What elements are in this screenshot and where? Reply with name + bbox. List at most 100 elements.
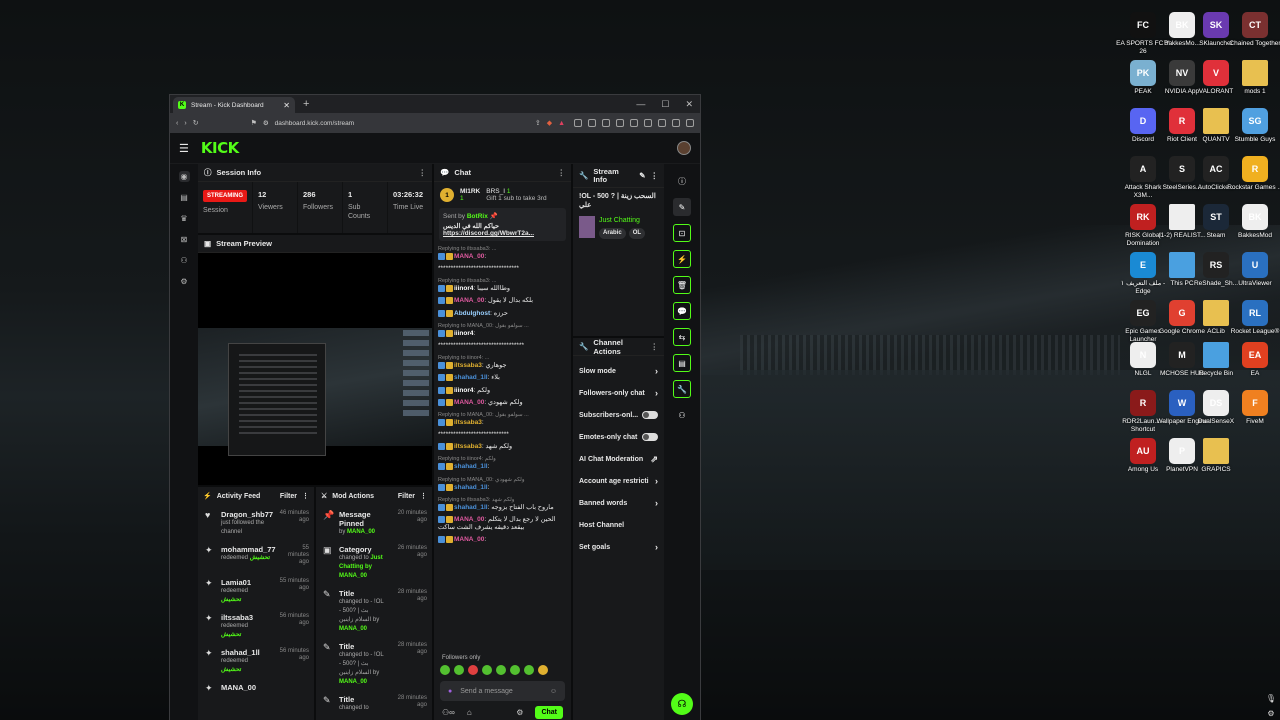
chat-username[interactable]: iltssaba3 — [454, 443, 482, 450]
edit-stream-icon[interactable]: ✎ — [673, 198, 691, 216]
close-tab-icon[interactable]: ✕ — [283, 101, 290, 110]
mic-icon[interactable]: ● — [448, 688, 452, 695]
emote-icon[interactable] — [524, 665, 534, 675]
mod-action-item[interactable]: ✎ Title changed to 28 minutes ago — [316, 690, 432, 720]
reload-icon[interactable]: ↻ — [193, 119, 199, 127]
minimize-icon[interactable]: — — [636, 99, 645, 110]
category-name[interactable]: Just Chatting — [599, 216, 645, 225]
info-icon[interactable]: ⓘ — [673, 172, 691, 190]
channel-action-item[interactable]: Followers-only chat › — [573, 382, 664, 404]
tab-kick-dashboard[interactable]: K Stream - Kick Dashboard ✕ — [173, 97, 295, 113]
toggle-switch[interactable] — [642, 411, 658, 419]
settings-icon[interactable]: ⚙ — [179, 276, 190, 287]
chat-username[interactable]: shahad_1ll — [454, 504, 488, 511]
channel-action-item[interactable]: Banned words › — [573, 492, 664, 514]
settings-tray-icon[interactable]: ⚙ — [1267, 709, 1274, 718]
tag[interactable]: Arabic — [599, 228, 626, 239]
activity-item[interactable]: ✦ shahad_1ll redeemed تحشيش 56 minutes ago — [198, 643, 314, 678]
more-icon[interactable]: ⋮ — [420, 492, 427, 500]
chat-username[interactable]: shahad_1ll — [454, 464, 488, 471]
trophy-icon[interactable]: ♛ — [179, 213, 190, 224]
channel-action-item[interactable]: Emotes-only chat — [573, 426, 664, 448]
activity-item[interactable]: ✦ MANA_00 — [198, 678, 314, 711]
chat-message[interactable]: MANA_00: الحين لا رجع بدال لا يتكلم بيقع… — [438, 516, 567, 532]
stream-icon[interactable]: ◉ — [178, 171, 190, 182]
url-field[interactable]: ⚙ dashboard.kick.com/stream — [263, 116, 463, 130]
emoji-icon[interactable]: ☺ — [550, 688, 557, 695]
close-window-icon[interactable]: ✕ — [685, 99, 693, 110]
new-tab-icon[interactable]: + — [303, 98, 309, 110]
chat-username[interactable]: MANA_00 — [454, 399, 484, 406]
emote-icon[interactable] — [454, 665, 464, 675]
activity-item[interactable]: ✦ iltssaba3 redeemed تحشيش 56 minutes ago — [198, 608, 314, 643]
channel-action-item[interactable]: Set goals › — [573, 536, 664, 558]
chat-username[interactable]: iiinor4 — [454, 330, 474, 337]
forward-icon[interactable]: › — [184, 120, 186, 127]
content-icon[interactable]: ▤ — [179, 192, 190, 203]
mod-filter-button[interactable]: Filter — [398, 493, 415, 500]
extension-icon[interactable] — [616, 119, 624, 127]
channel-action-item[interactable]: Slow mode › — [573, 360, 664, 382]
chat-message[interactable]: Replying to MANA_00: سولفو بقول ... iiino… — [438, 322, 567, 338]
menu-icon[interactable]: ☰ — [179, 142, 189, 155]
tag[interactable]: OL — [628, 228, 646, 239]
chat-message[interactable]: ********************************** — [438, 342, 567, 350]
chat-username[interactable]: shahad_1ll — [454, 375, 488, 382]
chat-input[interactable]: ● Send a message ☺ — [440, 681, 565, 701]
back-icon[interactable]: ‹ — [176, 120, 178, 127]
extension-icon[interactable] — [644, 119, 652, 127]
edit-icon[interactable]: ✎ — [639, 171, 645, 180]
channel-action-item[interactable]: Subscribers-onl... — [573, 404, 664, 426]
chat-message[interactable]: Replying to iltssaba3: ولكم شهد shahad_1l… — [438, 496, 567, 512]
chat-message[interactable]: Replying to iltssaba3: ... iiinor4: وطاال… — [438, 277, 567, 293]
store-icon[interactable]: ⌂ — [467, 708, 472, 717]
chat-username[interactable]: shahad_1ll — [454, 484, 488, 491]
channel-action-item[interactable]: Host Channel — [573, 514, 664, 536]
tools-icon[interactable]: ⚇∞ — [442, 708, 455, 717]
maximize-icon[interactable]: ☐ — [661, 99, 669, 110]
emote-icon[interactable] — [538, 665, 548, 675]
extension-icon[interactable] — [672, 119, 680, 127]
chat-message[interactable]: iiinor4: ولكم — [438, 386, 567, 395]
share-icon[interactable]: ⇪ — [535, 119, 541, 127]
chat-message[interactable]: Abdulghost: حرزه — [438, 309, 567, 318]
channel-action-item[interactable]: AI Chat Moderation ⇗ — [573, 448, 664, 470]
emote-icon[interactable] — [496, 665, 506, 675]
add-widget-icon[interactable]: ⚇ — [673, 406, 691, 424]
chat-username[interactable]: iiinor4 — [454, 285, 474, 292]
help-button[interactable]: ☊ — [671, 693, 693, 715]
chat-username[interactable]: MANA_00 — [454, 516, 484, 523]
stream-preview-video[interactable] — [198, 252, 432, 485]
chat-username[interactable]: iiinor4 — [454, 387, 474, 394]
mod-action-item[interactable]: ✎ Title changed to - !OL - 500? | بث السلا… — [316, 637, 432, 690]
extension-icon[interactable] — [686, 119, 694, 127]
mod-action-item[interactable]: ▣ Category changed to Just Chatting by MAN… — [316, 540, 432, 584]
chat-message[interactable]: MANA_00: — [438, 536, 567, 544]
chat-username[interactable]: Abdulghost — [454, 310, 490, 317]
chat-username[interactable]: MANA_00 — [454, 298, 484, 305]
extension-shield-icon[interactable]: ◆ — [547, 119, 552, 127]
more-icon[interactable]: ⋮ — [651, 342, 659, 351]
chat-settings-icon[interactable]: ⚙ — [516, 708, 523, 717]
site-info-icon[interactable]: ⚙ — [263, 119, 269, 127]
chat-message[interactable]: Replying to MANA_00: سولفو بقول ... iltss… — [438, 411, 567, 427]
chat-username[interactable]: MANA_00 — [454, 537, 484, 544]
kick-logo[interactable]: KICK — [201, 139, 239, 157]
moderation-icon[interactable]: ⊠ — [179, 234, 190, 245]
chat-username[interactable]: MANA_00 — [454, 253, 484, 260]
extension-icon[interactable] — [602, 119, 610, 127]
extension-icon[interactable] — [574, 119, 582, 127]
extension-triangle-icon[interactable]: ▲ — [558, 120, 565, 127]
chat-username[interactable]: iltssaba3 — [454, 419, 482, 426]
clip-icon[interactable]: ▤ — [673, 354, 691, 372]
chat-bubble-icon[interactable]: 💬 — [673, 302, 691, 320]
desktop-icon[interactable]: GRAPICS — [1188, 438, 1244, 500]
more-icon[interactable]: ⋮ — [419, 168, 427, 177]
emote-icon[interactable] — [510, 665, 520, 675]
activity-item[interactable]: ♥ Dragon_shb77 just followed the channel 4… — [198, 505, 314, 540]
avatar[interactable] — [677, 141, 691, 155]
chat-message[interactable]: ******************************** — [438, 265, 567, 273]
more-icon[interactable]: ⋮ — [558, 168, 566, 177]
pin-link[interactable]: https://discord.gg/WbwrT2a... — [443, 230, 562, 237]
chat-message[interactable]: MANA_00: ولكم شهودي — [438, 398, 567, 407]
